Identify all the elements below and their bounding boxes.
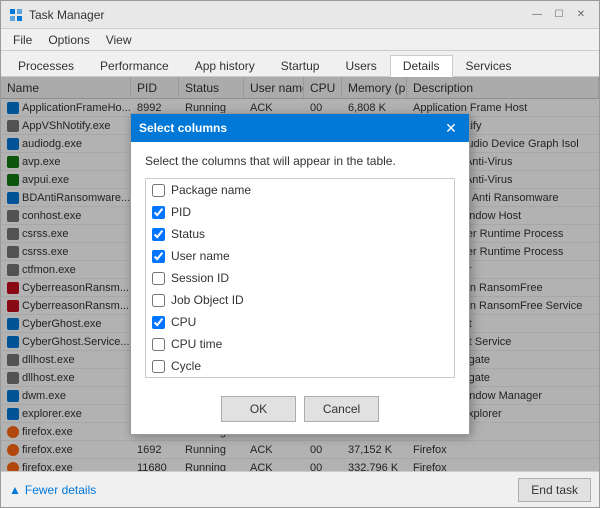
dialog-column-item[interactable]: Session ID (146, 267, 454, 289)
chevron-up-icon: ▲ (9, 483, 21, 497)
tab-startup[interactable]: Startup (268, 54, 333, 76)
column-label: Session ID (171, 271, 229, 285)
menu-view[interactable]: View (98, 31, 140, 49)
bottom-bar: ▲ Fewer details End task (1, 471, 599, 507)
column-checkbox-2[interactable] (152, 228, 165, 241)
tab-processes[interactable]: Processes (5, 54, 87, 76)
end-task-button[interactable]: End task (518, 478, 591, 502)
column-label: User name (171, 249, 230, 263)
menu-bar: File Options View (1, 29, 599, 51)
tab-services[interactable]: Services (453, 54, 525, 76)
dialog-column-item[interactable]: Status (146, 223, 454, 245)
column-label: Cycle (171, 359, 201, 373)
dialog-cancel-button[interactable]: Cancel (304, 396, 379, 422)
dialog-column-item[interactable]: User name (146, 245, 454, 267)
column-label: CPU time (171, 337, 222, 351)
column-checkbox-6[interactable] (152, 316, 165, 329)
dialog-column-item[interactable]: CPU time (146, 333, 454, 355)
dialog-content: Select the columns that will appear in t… (131, 142, 469, 386)
dialog-column-item[interactable]: Working set (memory) (146, 377, 454, 378)
table-container: Name PID Status User name CPU Memory (p.… (1, 77, 599, 471)
tab-users[interactable]: Users (332, 54, 389, 76)
maximize-button[interactable]: ☐ (549, 6, 569, 24)
dialog-column-item[interactable]: Cycle (146, 355, 454, 377)
dialog-title: Select columns (139, 121, 227, 135)
menu-options[interactable]: Options (40, 31, 97, 49)
tab-app-history[interactable]: App history (182, 54, 268, 76)
app-icon (9, 8, 23, 22)
dialog-ok-button[interactable]: OK (221, 396, 296, 422)
window-title: Task Manager (29, 8, 527, 22)
column-label: Job Object ID (171, 293, 244, 307)
column-checkbox-5[interactable] (152, 294, 165, 307)
tab-details[interactable]: Details (390, 55, 453, 77)
fewer-details-label: Fewer details (25, 483, 96, 497)
fewer-details-button[interactable]: ▲ Fewer details (9, 483, 96, 497)
column-label: CPU (171, 315, 196, 329)
close-button[interactable]: ✕ (571, 6, 591, 24)
minimize-button[interactable]: — (527, 6, 547, 24)
dialog-column-list[interactable]: Package name PID Status User name Session ID… (145, 178, 455, 378)
modal-overlay: Select columns ✕ Select the columns that… (1, 77, 599, 471)
dialog-buttons: OK Cancel (131, 386, 469, 434)
column-checkbox-4[interactable] (152, 272, 165, 285)
dialog-column-item[interactable]: CPU (146, 311, 454, 333)
dialog-column-item[interactable]: PID (146, 201, 454, 223)
dialog-description: Select the columns that will appear in t… (145, 154, 455, 168)
dialog-close-button[interactable]: ✕ (441, 118, 461, 138)
column-label: Package name (171, 183, 251, 197)
column-checkbox-0[interactable] (152, 184, 165, 197)
column-label: Status (171, 227, 205, 241)
window-controls: — ☐ ✕ (527, 6, 591, 24)
column-checkbox-1[interactable] (152, 206, 165, 219)
tab-bar: Processes Performance App history Startu… (1, 51, 599, 77)
dialog-column-item[interactable]: Job Object ID (146, 289, 454, 311)
menu-file[interactable]: File (5, 31, 40, 49)
column-checkbox-8[interactable] (152, 360, 165, 373)
column-checkbox-3[interactable] (152, 250, 165, 263)
task-manager-window: Task Manager — ☐ ✕ File Options View Pro… (0, 0, 600, 508)
column-checkbox-7[interactable] (152, 338, 165, 351)
dialog-title-bar: Select columns ✕ (131, 114, 469, 142)
title-bar: Task Manager — ☐ ✕ (1, 1, 599, 29)
select-columns-dialog: Select columns ✕ Select the columns that… (130, 113, 470, 435)
column-label: PID (171, 205, 191, 219)
tab-performance[interactable]: Performance (87, 54, 182, 76)
dialog-column-item[interactable]: Package name (146, 179, 454, 201)
